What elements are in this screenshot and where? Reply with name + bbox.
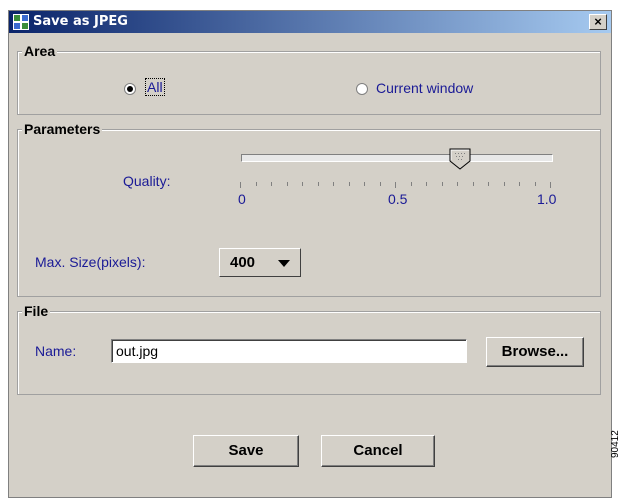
- quality-tick: [472, 182, 474, 186]
- quality-tick: [317, 182, 319, 186]
- quality-tick: [550, 182, 551, 188]
- window-title: Save as JPEG: [33, 14, 128, 29]
- quality-slider-track[interactable]: [241, 154, 553, 162]
- quality-tick: [364, 182, 365, 186]
- browse-button[interactable]: Browse...: [486, 337, 584, 367]
- parameters-legend: Parameters: [22, 121, 103, 137]
- quality-tick: [395, 182, 396, 188]
- quality-tick: [457, 182, 458, 186]
- side-figure-id: 90412: [610, 430, 621, 458]
- file-name-input[interactable]: out.jpg: [111, 339, 467, 363]
- file-name-label: Name:: [35, 343, 77, 359]
- quality-slider-thumb[interactable]: [449, 148, 471, 170]
- browse-button-label: Browse...: [501, 343, 569, 360]
- quality-tick: [333, 182, 334, 186]
- quality-tick: [271, 182, 272, 186]
- close-icon: ×: [594, 14, 602, 29]
- quality-tick: [255, 182, 257, 186]
- save-as-jpeg-dialog: Save as JPEG × Area All Current window P…: [8, 10, 612, 498]
- radio-all[interactable]: [124, 83, 136, 95]
- radio-current-window[interactable]: [356, 83, 368, 95]
- app-icon: [13, 14, 29, 30]
- file-legend: File: [22, 303, 51, 319]
- close-button[interactable]: ×: [589, 14, 607, 30]
- cancel-button-label: Cancel: [353, 442, 403, 459]
- quality-tick: [379, 182, 381, 186]
- max-size-label: Max. Size(pixels):: [35, 254, 146, 270]
- quality-tick-label-0: 0: [238, 191, 246, 207]
- quality-tick: [302, 182, 303, 186]
- quality-tick: [441, 182, 443, 186]
- max-size-dropdown[interactable]: 400: [219, 248, 301, 277]
- area-group: Area: [17, 43, 601, 115]
- area-legend: Area: [22, 43, 58, 59]
- quality-tick: [410, 182, 412, 186]
- file-name-value: out.jpg: [116, 343, 159, 359]
- quality-tick: [519, 182, 520, 186]
- quality-tick: [348, 182, 350, 186]
- quality-tick: [534, 182, 536, 186]
- quality-tick: [240, 182, 241, 188]
- save-button-label: Save: [228, 442, 264, 459]
- quality-tick: [488, 182, 489, 186]
- max-size-value: 400: [230, 254, 256, 271]
- cancel-button[interactable]: Cancel: [321, 435, 435, 467]
- title-bar[interactable]: Save as JPEG ×: [9, 11, 611, 33]
- quality-tick: [426, 182, 427, 186]
- radio-current-window-label[interactable]: Current window: [376, 80, 473, 96]
- quality-tick-label-1-0: 1.0: [537, 191, 557, 207]
- quality-tick: [503, 182, 505, 186]
- chevron-down-icon: [278, 260, 290, 267]
- save-button[interactable]: Save: [193, 435, 299, 467]
- quality-tick-label-0-5: 0.5: [388, 191, 408, 207]
- radio-all-label[interactable]: All: [145, 78, 165, 96]
- quality-label: Quality:: [123, 173, 171, 189]
- quality-tick: [286, 182, 288, 186]
